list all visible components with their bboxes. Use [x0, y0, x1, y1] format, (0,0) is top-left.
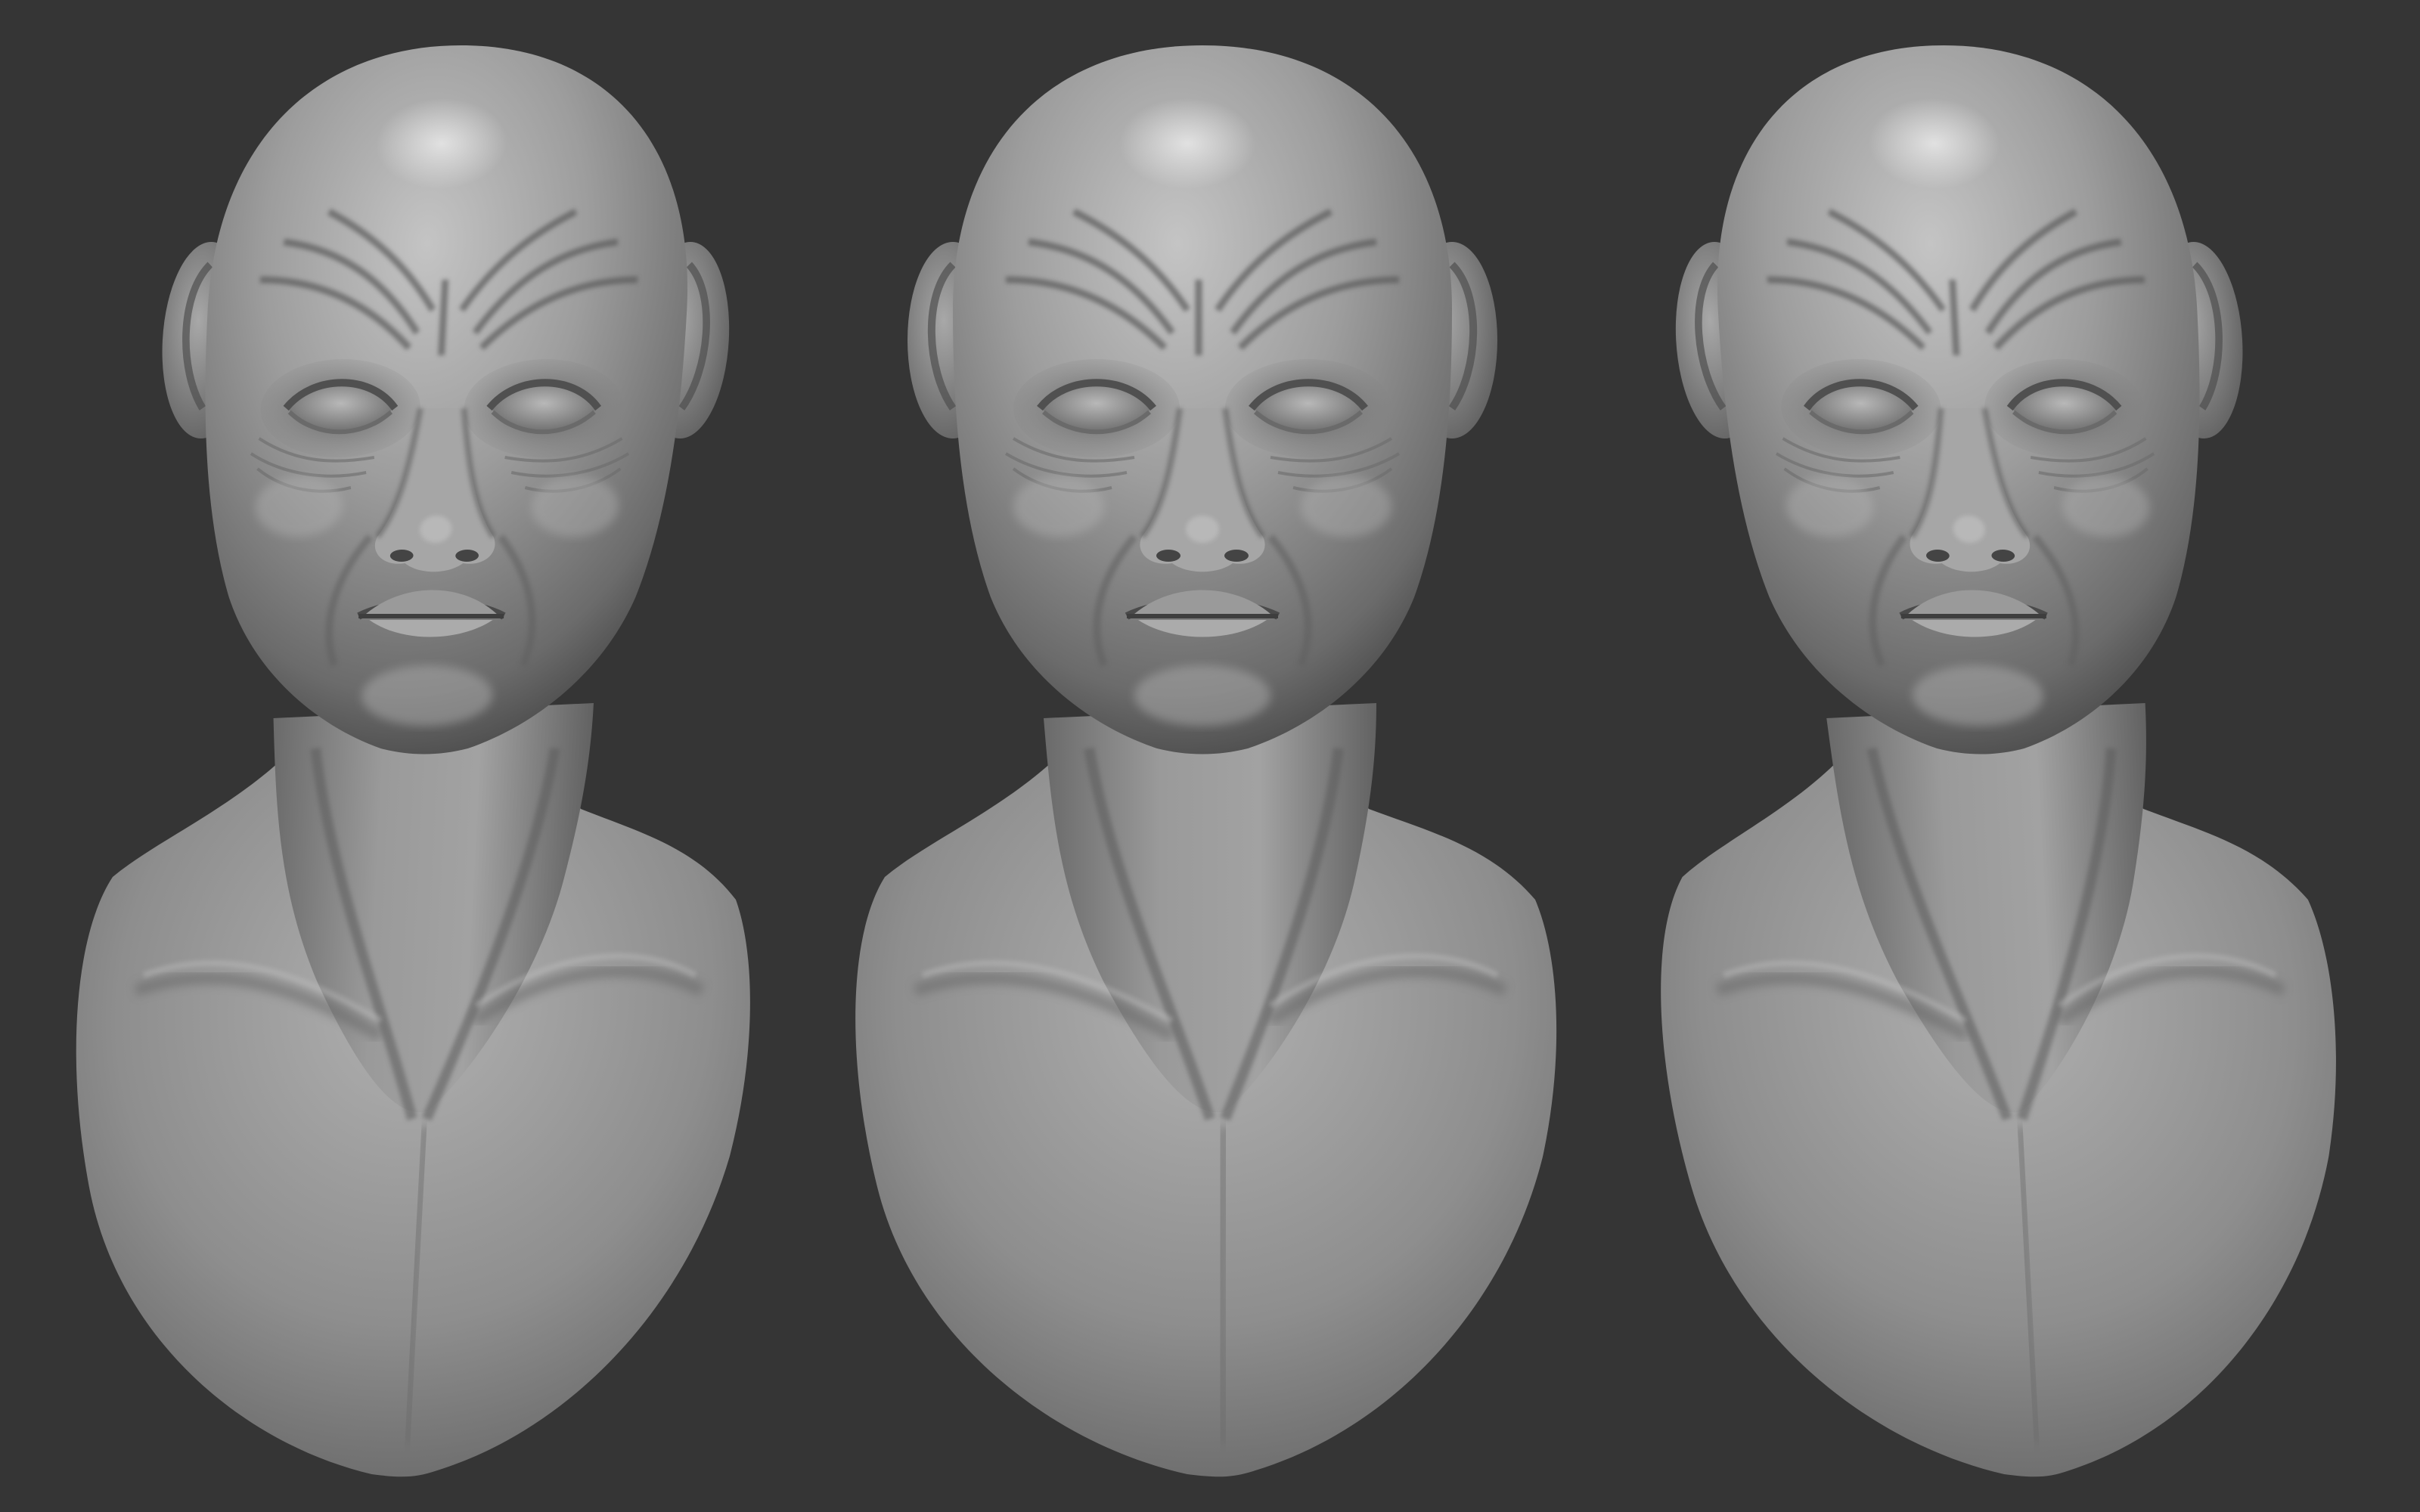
sculpt-bust-right[interactable] [1611, 45, 2359, 1476]
viewport-canvas[interactable] [0, 0, 2420, 1512]
render-stage [0, 0, 2420, 1512]
sculpt-bust-left[interactable] [53, 45, 801, 1476]
sculpt-bust-front[interactable] [855, 45, 1556, 1476]
